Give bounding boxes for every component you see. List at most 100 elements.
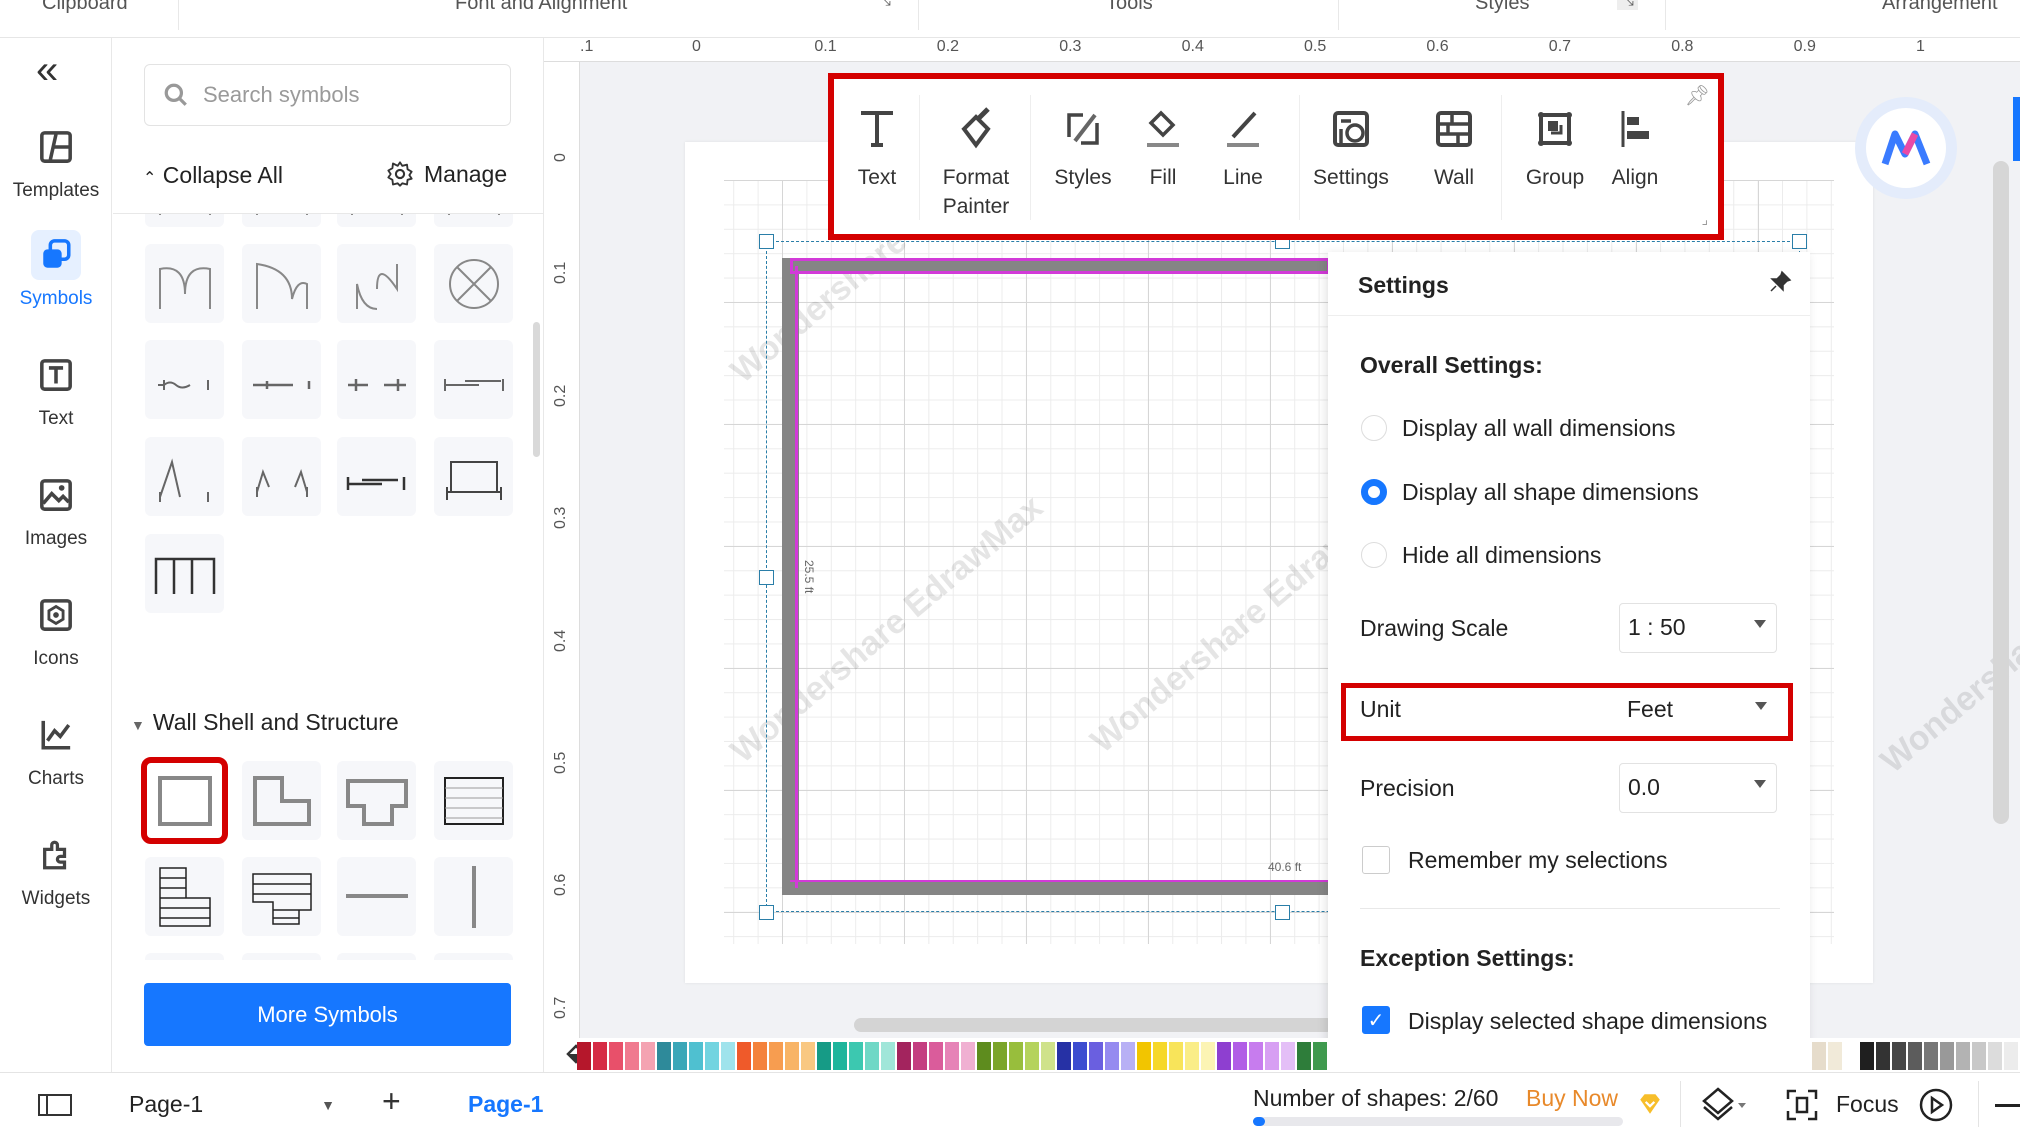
search-box[interactable] xyxy=(144,64,511,126)
expand-icon[interactable]: ⤡ xyxy=(878,0,891,10)
section-header-wall[interactable]: ▼ Wall Shell and Structure xyxy=(113,709,399,736)
color-swatch[interactable] xyxy=(801,1042,815,1070)
symbol-tile-door[interactable] xyxy=(242,340,321,419)
horizontal-scrollbar[interactable] xyxy=(854,1018,1334,1032)
color-swatch[interactable] xyxy=(1009,1042,1023,1070)
add-page-button[interactable]: + xyxy=(382,1083,401,1120)
rail-item-images[interactable]: Images xyxy=(6,470,106,550)
symbol-tile-wall[interactable] xyxy=(242,953,321,960)
color-swatch[interactable] xyxy=(817,1042,831,1070)
color-swatch[interactable] xyxy=(1297,1042,1311,1070)
search-input[interactable] xyxy=(203,82,483,108)
color-swatch[interactable] xyxy=(1169,1042,1183,1070)
color-swatch[interactable] xyxy=(593,1042,607,1070)
radio-wall-dimensions[interactable] xyxy=(1361,415,1387,441)
resize-handle[interactable] xyxy=(759,234,774,249)
color-swatch[interactable] xyxy=(577,1042,591,1070)
symbol-tile-wall[interactable] xyxy=(337,953,416,960)
page-tab[interactable]: Page-1 xyxy=(468,1091,543,1118)
color-swatch[interactable] xyxy=(897,1042,911,1070)
radio-label[interactable]: Display all wall dimensions xyxy=(1402,415,1676,442)
color-swatch[interactable] xyxy=(673,1042,687,1070)
collapse-sidebar-icon[interactable]: « xyxy=(36,50,58,90)
focus-icon[interactable] xyxy=(1786,1089,1818,1121)
symbol-tile[interactable] xyxy=(242,214,321,227)
symbol-tile-door[interactable] xyxy=(434,340,513,419)
symbol-tile[interactable] xyxy=(145,214,224,227)
toolbar-button-line[interactable]: Line xyxy=(1198,107,1288,192)
color-swatch[interactable] xyxy=(1972,1042,1986,1070)
buy-now-link[interactable]: Buy Now xyxy=(1526,1085,1618,1112)
color-swatch[interactable] xyxy=(945,1042,959,1070)
manage-button[interactable]: Manage xyxy=(386,160,507,188)
color-swatch[interactable] xyxy=(1121,1042,1135,1070)
color-swatch[interactable] xyxy=(689,1042,703,1070)
layers-icon[interactable] xyxy=(1700,1085,1750,1125)
color-swatch[interactable] xyxy=(1281,1042,1295,1070)
toolbar-button-text[interactable]: Text xyxy=(832,107,922,192)
color-swatch[interactable] xyxy=(1073,1042,1087,1070)
color-swatch[interactable] xyxy=(1908,1042,1922,1070)
color-swatch[interactable] xyxy=(1057,1042,1071,1070)
color-swatch[interactable] xyxy=(641,1042,655,1070)
toolbar-button-format-painter[interactable]: Format Painter xyxy=(931,107,1021,221)
color-swatch[interactable] xyxy=(609,1042,623,1070)
color-swatch[interactable] xyxy=(1844,1042,1858,1070)
color-swatch[interactable] xyxy=(1313,1042,1327,1070)
color-swatch[interactable] xyxy=(785,1042,799,1070)
color-swatch[interactable] xyxy=(1233,1042,1247,1070)
side-tab[interactable] xyxy=(2013,97,2020,161)
symbol-tile-door[interactable] xyxy=(434,437,513,516)
symbol-tile-wall[interactable] xyxy=(242,857,321,936)
color-swatch[interactable] xyxy=(1105,1042,1119,1070)
rail-item-text[interactable]: Text xyxy=(6,350,106,430)
symbol-tile-wall[interactable] xyxy=(145,857,224,936)
color-swatch[interactable] xyxy=(1876,1042,1890,1070)
color-swatch[interactable] xyxy=(721,1042,735,1070)
color-swatch[interactable] xyxy=(1201,1042,1215,1070)
resize-handle[interactable] xyxy=(759,905,774,920)
pin-icon[interactable]: 📌︎ xyxy=(1685,83,1710,108)
resize-handle[interactable] xyxy=(1275,905,1290,920)
play-icon[interactable] xyxy=(1918,1087,1954,1123)
rail-item-charts[interactable]: Charts xyxy=(6,710,106,790)
color-swatch[interactable] xyxy=(625,1042,639,1070)
display-selected-label[interactable]: Display selected shape dimensions xyxy=(1408,1008,1767,1035)
symbol-tile-wall[interactable] xyxy=(337,857,416,936)
color-swatch[interactable] xyxy=(1828,1042,1842,1070)
color-swatch[interactable] xyxy=(1892,1042,1906,1070)
rail-item-icons[interactable]: Icons xyxy=(6,590,106,670)
rail-item-templates[interactable]: Templates xyxy=(6,122,106,202)
symbol-tile-door[interactable] xyxy=(337,244,416,323)
symbol-tile-wall[interactable] xyxy=(434,953,513,960)
color-swatch[interactable] xyxy=(881,1042,895,1070)
color-swatch[interactable] xyxy=(1924,1042,1938,1070)
rail-item-symbols[interactable]: Symbols xyxy=(6,230,106,310)
color-swatch[interactable] xyxy=(1940,1042,1954,1070)
remember-label[interactable]: Remember my selections xyxy=(1408,847,1667,874)
symbol-tile-door[interactable] xyxy=(145,534,224,613)
symbol-tile[interactable] xyxy=(337,214,416,227)
symbol-tile-wall[interactable] xyxy=(141,757,228,844)
color-swatch[interactable] xyxy=(737,1042,751,1070)
toolbar-button-settings[interactable]: Settings xyxy=(1306,101,1396,192)
wall-top[interactable] xyxy=(790,258,1330,274)
symbol-tile-wall[interactable] xyxy=(242,761,321,840)
color-swatch[interactable] xyxy=(1249,1042,1263,1070)
color-swatch[interactable] xyxy=(977,1042,991,1070)
symbol-tile-door[interactable] xyxy=(242,437,321,516)
unit-select[interactable]: Feet xyxy=(1619,686,1777,736)
toolbar-button-styles[interactable]: Styles xyxy=(1038,107,1128,192)
vertical-scrollbar[interactable] xyxy=(1993,161,2009,824)
color-swatch[interactable] xyxy=(1956,1042,1970,1070)
rail-item-widgets[interactable]: Widgets xyxy=(6,830,106,910)
focus-label[interactable]: Focus xyxy=(1836,1091,1899,1118)
more-symbols-button[interactable]: More Symbols xyxy=(144,983,511,1046)
color-swatch[interactable] xyxy=(657,1042,671,1070)
toolbar-button-group[interactable]: Group xyxy=(1510,107,1600,192)
color-swatch[interactable] xyxy=(753,1042,767,1070)
symbol-tile[interactable] xyxy=(434,214,513,227)
zoom-out-button[interactable] xyxy=(1995,1104,2020,1107)
color-swatch[interactable] xyxy=(993,1042,1007,1070)
color-swatch[interactable] xyxy=(849,1042,863,1070)
